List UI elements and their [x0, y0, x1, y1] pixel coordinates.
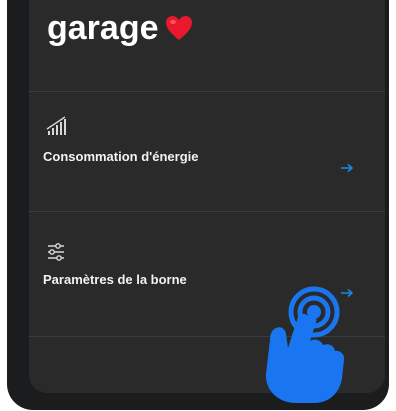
sliders-icon — [46, 242, 68, 262]
page-title: garage — [47, 8, 193, 48]
menu-item-label: Paramètres de la borne — [43, 272, 187, 287]
signal-bars-icon — [46, 116, 68, 136]
menu-item-label: Consommation d'énergie — [43, 149, 199, 164]
red-heart-icon — [165, 10, 193, 40]
page-title-text: garage — [47, 9, 159, 47]
tap-hand-icon — [252, 286, 358, 406]
menu-item-energy-consumption[interactable]: Consommation d'énergie — [29, 92, 385, 212]
arrow-right-icon[interactable] — [340, 160, 354, 173]
